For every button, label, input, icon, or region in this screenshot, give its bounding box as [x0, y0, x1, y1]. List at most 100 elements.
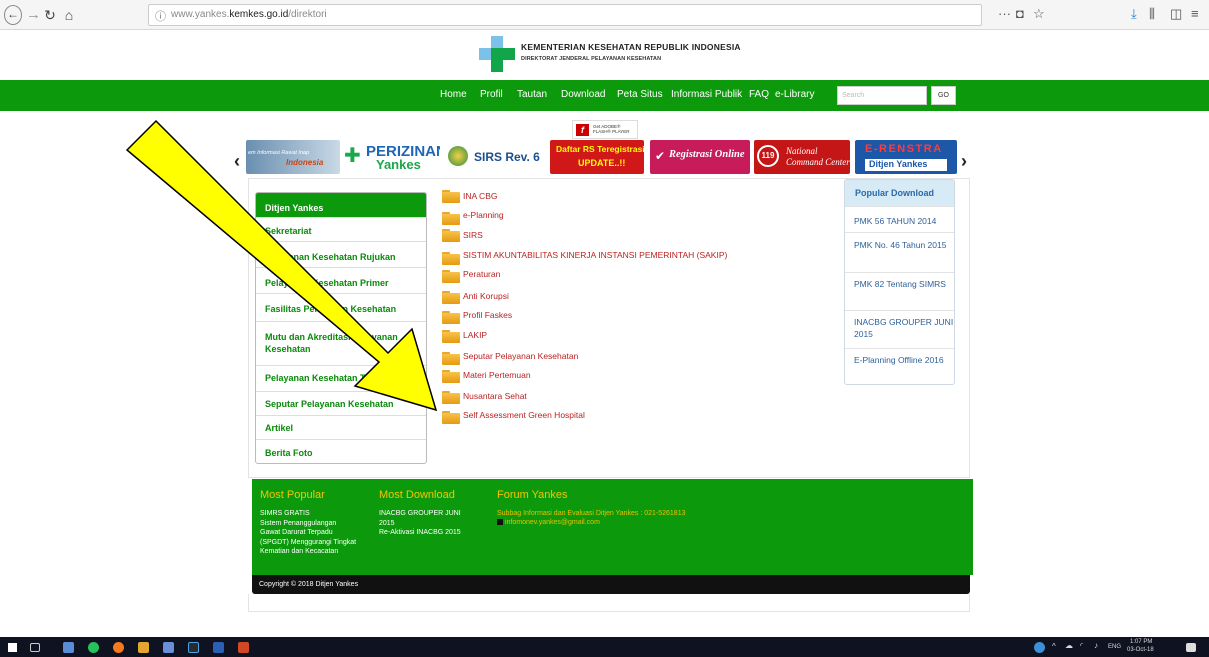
- carousel-prev-icon[interactable]: ‹: [234, 151, 240, 172]
- word-icon[interactable]: [213, 642, 224, 653]
- folder-icon[interactable]: [442, 411, 460, 424]
- folder-icon[interactable]: [442, 391, 460, 404]
- folder-icon[interactable]: [442, 229, 460, 242]
- folder-anti-korupsi[interactable]: Anti Korupsi: [463, 291, 509, 301]
- photos-icon[interactable]: [163, 642, 174, 653]
- nav-home[interactable]: Home: [440, 89, 467, 100]
- start-windows-icon[interactable]: [8, 643, 17, 652]
- folder-icon[interactable]: [442, 291, 460, 304]
- media-icon[interactable]: [188, 642, 199, 653]
- nav-download[interactable]: Download: [561, 89, 605, 100]
- sidebar-item-mutu-akreditasi[interactable]: Mutu dan Akreditasi Pelayanan Kesehatan: [256, 321, 426, 365]
- sidebar-item-fasilitas[interactable]: Fasilitas Pelayanan Kesehatan: [256, 293, 426, 321]
- reload-icon[interactable]: ↻: [43, 5, 57, 25]
- banner-e-renstra-line1: E-RENSTRA: [865, 143, 943, 155]
- clock-date[interactable]: 03-Oct-18: [1127, 647, 1154, 653]
- nav-informasi-publik[interactable]: Informasi Publik: [671, 89, 742, 100]
- file-explorer-icon[interactable]: [63, 642, 74, 653]
- forward-arrow-icon[interactable]: →: [26, 5, 41, 25]
- folder-icon[interactable]: [442, 370, 460, 383]
- sidebar-item-artikel[interactable]: Artikel: [256, 415, 426, 439]
- get-flash-badge[interactable]: f Get ADOBE® FLASH® PLAYER: [572, 120, 638, 139]
- info-icon[interactable]: ⓘ: [155, 8, 166, 24]
- folder-icon[interactable]: [442, 270, 460, 283]
- popular-item[interactable]: INACBG GROUPER JUNI 2015: [845, 310, 954, 348]
- footer-forum-email[interactable]: infomonev.yankes@gmail.com: [505, 518, 600, 528]
- folder-self-assessment-green-hospital[interactable]: Self Assessment Green Hospital: [463, 410, 585, 420]
- whatsapp-icon[interactable]: [88, 642, 99, 653]
- menu-icon[interactable]: ≡: [1191, 6, 1199, 21]
- popular-item[interactable]: PMK 56 TAHUN 2014: [845, 206, 954, 232]
- popular-item[interactable]: E-Planning Offline 2016: [845, 348, 954, 384]
- library-icon[interactable]: ⫼: [1149, 6, 1155, 22]
- firefox-icon[interactable]: [113, 642, 124, 653]
- banner-sirs[interactable]: SIRS Rev. 6: [444, 140, 544, 174]
- folder-icon[interactable]: [442, 352, 460, 365]
- sidebar-menu: Ditjen Yankes Sekretariat Pelayanan Kese…: [255, 192, 427, 464]
- network-app-icon[interactable]: [1034, 642, 1045, 653]
- volume-icon[interactable]: ♪: [1094, 641, 1098, 650]
- sidebar-item-berita-foto[interactable]: Berita Foto: [256, 439, 426, 463]
- sidebar-icon[interactable]: ◫: [1170, 6, 1182, 22]
- page-actions-icon[interactable]: ···: [998, 6, 1011, 21]
- banner-e-renstra[interactable]: E-RENSTRA Ditjen Yankes: [855, 140, 957, 174]
- wifi-icon[interactable]: ◜: [1080, 641, 1083, 650]
- back-arrow-icon[interactable]: ←: [4, 5, 22, 25]
- popular-item[interactable]: PMK No. 46 Tahun 2015: [845, 232, 954, 272]
- address-bar[interactable]: ⓘ www.yankes.kemkes.go.id/direktori: [148, 4, 982, 26]
- powerpoint-icon[interactable]: [238, 642, 249, 653]
- carousel-next-icon[interactable]: ›: [961, 151, 967, 172]
- nav-e-library[interactable]: e-Library: [775, 89, 814, 100]
- folder-e-planning[interactable]: e-Planning: [463, 210, 504, 220]
- popular-download-heading: Popular Download: [845, 180, 954, 206]
- app-icon[interactable]: [138, 642, 149, 653]
- go-button[interactable]: GO: [931, 86, 956, 105]
- search-input[interactable]: Search: [837, 86, 927, 105]
- folder-lakip[interactable]: LAKIP: [463, 330, 487, 340]
- sidebar-item-sekretariat[interactable]: Sekretariat: [256, 217, 426, 241]
- sidebar-item-pelayanan-primer[interactable]: Pelayanan Kesehatan Primer: [256, 267, 426, 293]
- banner-perizinan[interactable]: ✚ PERIZINAN Yankes: [342, 140, 440, 174]
- home-icon[interactable]: ⌂: [62, 5, 76, 25]
- tray-chevron-icon[interactable]: ^: [1052, 642, 1056, 651]
- download-icon[interactable]: ⤓: [1131, 6, 1137, 22]
- banner-registrasi-online[interactable]: ✔ Registrasi Online: [650, 140, 750, 174]
- banner-rawat-inap[interactable]: em Informasi Rawat Inap Indonesia: [246, 140, 340, 174]
- folder-ina-cbg[interactable]: INA CBG: [463, 191, 497, 201]
- sidebar-item-ditjen-yankes[interactable]: Ditjen Yankes: [256, 193, 426, 217]
- folder-profil-faskes[interactable]: Profil Faskes: [463, 310, 512, 320]
- footer-most-popular-text[interactable]: SIMRS GRATIS Sistem Penanggulangan Gawat…: [260, 509, 356, 557]
- language-indicator[interactable]: ENG: [1108, 644, 1121, 650]
- sidebar-item-seputar-pelayanan[interactable]: Seputar Pelayanan Kesehatan: [256, 391, 426, 415]
- folder-icon[interactable]: [442, 311, 460, 324]
- popular-item[interactable]: PMK 82 Tentang SIMRS: [845, 272, 954, 310]
- pocket-icon[interactable]: ◘: [1016, 6, 1024, 21]
- folder-materi-pertemuan[interactable]: Materi Pertemuan: [463, 370, 531, 380]
- banner-119[interactable]: 119 National Command Center: [754, 140, 850, 174]
- folder-icon[interactable]: [442, 190, 460, 203]
- folder-nusantara-sehat[interactable]: Nusantara Sehat: [463, 391, 527, 401]
- folder-icon[interactable]: [442, 330, 460, 343]
- folder-sirs[interactable]: SIRS: [463, 230, 483, 240]
- sidebar-item-pelayanan-tradisional[interactable]: Pelayanan Kesehatan Tradisional: [256, 365, 426, 391]
- folder-sakip[interactable]: SISTIM AKUNTABILITAS KINERJA INSTANSI PE…: [463, 250, 727, 260]
- nav-faq[interactable]: FAQ: [749, 89, 769, 100]
- nav-tautan[interactable]: Tautan: [517, 89, 547, 100]
- clock-time[interactable]: 1:07 PM: [1130, 639, 1152, 645]
- folder-peraturan[interactable]: Peraturan: [463, 269, 500, 279]
- bookmark-star-icon[interactable]: ☆: [1033, 6, 1045, 22]
- notifications-icon[interactable]: [1186, 643, 1196, 652]
- footer-most-download-text[interactable]: INACBG GROUPER JUNI 2015 Re-Aktivasi INA…: [379, 509, 461, 538]
- url-path: /direktori: [288, 9, 327, 20]
- folder-icon[interactable]: [442, 252, 460, 265]
- url-prefix: www.yankes.: [171, 9, 230, 20]
- nav-profil[interactable]: Profil: [480, 89, 503, 100]
- banner-daftar-rs[interactable]: Daftar RS Teregistrasi UPDATE..!!: [550, 140, 644, 174]
- sidebar-item-pelayanan-rujukan[interactable]: Pelayanan Kesehatan Rujukan: [256, 241, 426, 267]
- nav-peta-situs[interactable]: Peta Situs: [617, 89, 663, 100]
- task-view-icon[interactable]: [30, 643, 40, 652]
- folder-icon[interactable]: [442, 212, 460, 225]
- folder-seputar-pelayanan[interactable]: Seputar Pelayanan Kesehatan: [463, 351, 578, 361]
- flash-text: Get ADOBE® FLASH® PLAYER: [593, 124, 630, 134]
- cloud-icon[interactable]: ☁: [1065, 641, 1073, 650]
